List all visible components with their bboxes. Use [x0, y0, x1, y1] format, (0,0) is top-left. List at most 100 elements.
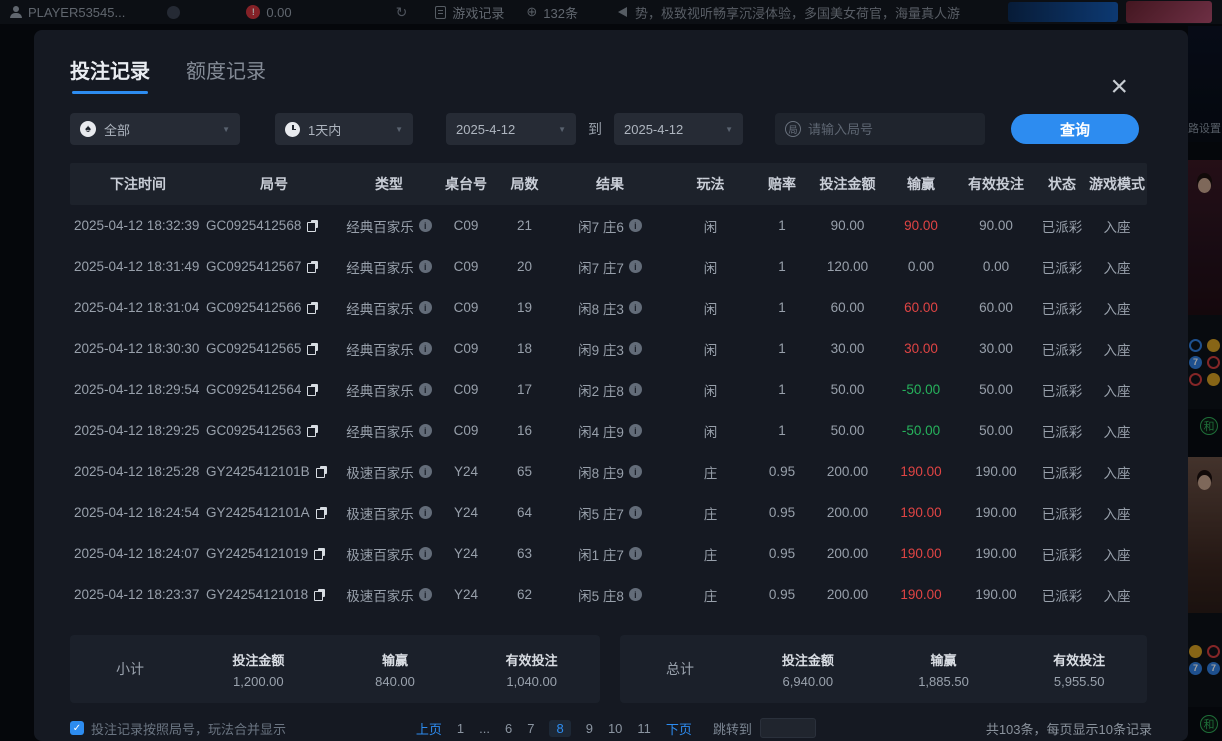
table-row[interactable]: 2025-04-12 18:29:25 GC0925412563 经典百家乐 i…: [70, 410, 1147, 451]
copy-icon[interactable]: [316, 507, 327, 519]
info-icon[interactable]: i: [419, 465, 432, 478]
table-row[interactable]: 2025-04-12 18:23:37 GY24254121018 极速百家乐 …: [70, 574, 1147, 615]
time-range-dropdown[interactable]: 1天内 ▼: [275, 113, 413, 145]
info-icon[interactable]: i: [629, 424, 642, 437]
round-number-cell: GC0925412564: [206, 382, 342, 397]
table-row[interactable]: 2025-04-12 18:31:04 GC0925412566 经典百家乐 i…: [70, 287, 1147, 328]
game-type: 经典百家乐: [346, 339, 414, 359]
result-value: 闲9 庄3: [578, 339, 624, 359]
game-type-cell: 经典百家乐 i: [342, 298, 436, 318]
table-row[interactable]: 2025-04-12 18:29:54 GC0925412564 经典百家乐 i…: [70, 369, 1147, 410]
status-badge: 已派彩: [1035, 585, 1089, 605]
info-icon[interactable]: i: [629, 342, 642, 355]
round-count: 63: [496, 546, 553, 561]
info-icon[interactable]: i: [419, 219, 432, 232]
round-number: GY24254121018: [206, 587, 308, 602]
copy-icon[interactable]: [307, 384, 318, 396]
info-icon[interactable]: i: [629, 547, 642, 560]
tab-quota-records[interactable]: 额度记录: [186, 55, 266, 94]
table-body: 2025-04-12 18:32:39 GC0925412568 经典百家乐 i…: [70, 205, 1147, 615]
page-button[interactable]: 6: [505, 721, 512, 736]
info-icon[interactable]: i: [419, 342, 432, 355]
page-button[interactable]: 7: [527, 721, 534, 736]
game-type-cell: 经典百家乐 i: [342, 339, 436, 359]
round-number-cell: GC0925412563: [206, 423, 342, 438]
info-icon[interactable]: i: [629, 506, 642, 519]
status-badge: 已派彩: [1035, 380, 1089, 400]
info-icon[interactable]: i: [629, 383, 642, 396]
info-icon[interactable]: i: [419, 383, 432, 396]
table-row[interactable]: 2025-04-12 18:24:54 GY2425412101A 极速百家乐 …: [70, 492, 1147, 533]
info-icon[interactable]: i: [419, 588, 432, 601]
date-to-picker[interactable]: 2025-4-12 ▼: [614, 113, 743, 145]
valid-bet: 90.00: [957, 218, 1035, 233]
merge-checkbox[interactable]: ✓: [70, 721, 84, 735]
copy-icon[interactable]: [307, 302, 318, 314]
table-row[interactable]: 2025-04-12 18:31:49 GC0925412567 经典百家乐 i…: [70, 246, 1147, 287]
page-button[interactable]: 1: [457, 721, 464, 736]
copy-icon[interactable]: [307, 261, 318, 273]
page-button[interactable]: 9: [586, 721, 593, 736]
spade-icon: ♠: [80, 121, 96, 137]
result-value: 闲8 庄9: [578, 462, 624, 482]
round-number-cell: GC0925412567: [206, 259, 342, 274]
info-icon[interactable]: i: [629, 219, 642, 232]
column-header: 结果: [553, 174, 667, 194]
betting-records-modal: × 投注记录 额度记录 ♠ 全部 ▼ 1天内 ▼ 2025-4-12 ▼ 到 2…: [34, 30, 1188, 741]
game-type-cell: 极速百家乐 i: [342, 503, 436, 523]
jump-page-input[interactable]: [760, 718, 816, 738]
pagination: 上页 1 ... 6 7 8 9 10 11 下页 跳转到: [416, 718, 816, 738]
game-type: 经典百家乐: [346, 298, 414, 318]
game-type-dropdown[interactable]: ♠ 全部 ▼: [70, 113, 240, 145]
table-number: C09: [436, 300, 496, 315]
query-button[interactable]: 查询: [1011, 114, 1139, 144]
prev-page-button[interactable]: 上页: [416, 719, 442, 738]
result-cell: 闲2 庄8 i: [553, 380, 667, 400]
copy-icon[interactable]: [307, 343, 318, 355]
copy-icon[interactable]: [314, 548, 325, 560]
result-cell: 闲5 庄7 i: [553, 503, 667, 523]
win-loss: -50.00: [885, 423, 957, 438]
valid-bet: 60.00: [957, 300, 1035, 315]
odds: 1: [754, 259, 810, 274]
close-icon[interactable]: ×: [1110, 74, 1128, 100]
chevron-down-icon: ▼: [725, 125, 733, 134]
table-row[interactable]: 2025-04-12 18:24:07 GY24254121019 极速百家乐 …: [70, 533, 1147, 574]
win-loss: 190.00: [885, 587, 957, 602]
copy-icon[interactable]: [314, 589, 325, 601]
game-type: 经典百家乐: [346, 257, 414, 277]
table-row[interactable]: 2025-04-12 18:25:28 GY2425412101B 极速百家乐 …: [70, 451, 1147, 492]
total-label: 总计: [620, 659, 740, 679]
current-page-button[interactable]: 8: [549, 720, 570, 737]
table-row[interactable]: 2025-04-12 18:30:30 GC0925412565 经典百家乐 i…: [70, 328, 1147, 369]
tab-betting-records[interactable]: 投注记录: [70, 55, 150, 94]
info-icon[interactable]: i: [419, 506, 432, 519]
page-button[interactable]: 11: [637, 721, 651, 736]
column-header: 输赢: [885, 174, 957, 194]
copy-icon[interactable]: [307, 425, 318, 437]
page-button[interactable]: 10: [608, 721, 622, 736]
status-badge: 已派彩: [1035, 462, 1089, 482]
info-icon[interactable]: i: [419, 547, 432, 560]
date-from-picker[interactable]: 2025-4-12 ▼: [446, 113, 576, 145]
next-page-button[interactable]: 下页: [666, 719, 692, 738]
result-value: 闲5 庄8: [578, 585, 624, 605]
info-icon[interactable]: i: [419, 260, 432, 273]
info-icon[interactable]: i: [629, 465, 642, 478]
table-row[interactable]: 2025-04-12 18:32:39 GC0925412568 经典百家乐 i…: [70, 205, 1147, 246]
info-icon[interactable]: i: [419, 424, 432, 437]
total-box: 总计 投注金额 6,940.00 输赢 1,885.50 有效投注 5,955.…: [620, 635, 1147, 703]
column-header: 局号: [206, 174, 342, 194]
total-winloss: 输赢 1,885.50: [876, 650, 1012, 689]
info-icon[interactable]: i: [419, 301, 432, 314]
info-icon[interactable]: i: [629, 588, 642, 601]
result-cell: 闲1 庄7 i: [553, 544, 667, 564]
game-type: 经典百家乐: [346, 216, 414, 236]
copy-icon[interactable]: [316, 466, 327, 478]
info-icon[interactable]: i: [629, 301, 642, 314]
game-type-value: 全部: [104, 120, 130, 139]
info-icon[interactable]: i: [629, 260, 642, 273]
round-count: 19: [496, 300, 553, 315]
copy-icon[interactable]: [307, 220, 318, 232]
round-search-input[interactable]: [808, 122, 975, 137]
